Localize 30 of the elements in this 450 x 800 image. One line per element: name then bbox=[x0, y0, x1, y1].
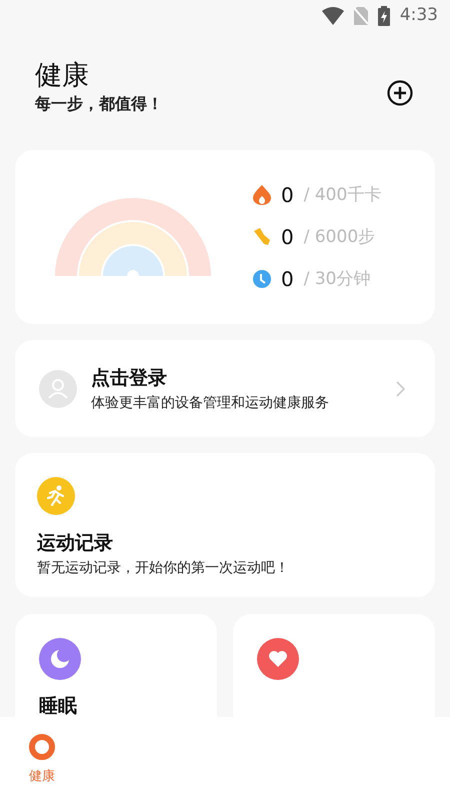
ring-icon bbox=[28, 733, 56, 761]
page-subtitle: 每一步，都值得！ bbox=[35, 93, 163, 116]
tile-title: 睡眠 bbox=[39, 694, 78, 717]
goal-value: 0 bbox=[281, 182, 294, 210]
avatar-icon bbox=[39, 370, 77, 408]
goal-target: / 30分钟 bbox=[304, 268, 370, 291]
workout-card[interactable]: 运动记录 暂无运动记录，开始你的第一次运动吧！ bbox=[15, 453, 435, 598]
login-title: 点击登录 bbox=[91, 366, 168, 392]
no-sim-icon bbox=[354, 7, 368, 25]
goal-target: / 6000步 bbox=[304, 226, 376, 249]
login-subtitle: 体验更丰富的设备管理和运动健康服务 bbox=[91, 394, 330, 413]
workout-subtitle: 暂无运动记录，开始你的第一次运动吧！ bbox=[37, 558, 290, 578]
login-card[interactable]: 点击登录 体验更丰富的设备管理和运动健康服务 bbox=[15, 340, 435, 438]
workout-title: 运动记录 bbox=[37, 531, 114, 556]
page-title: 健康 bbox=[35, 60, 90, 92]
goal-value: 0 bbox=[281, 266, 294, 294]
shoe-icon bbox=[253, 228, 271, 246]
battery-charging-icon bbox=[378, 6, 390, 26]
running-icon bbox=[37, 477, 75, 516]
chevron-right-icon bbox=[396, 380, 405, 397]
add-icon[interactable] bbox=[387, 80, 413, 106]
sleep-card[interactable]: 睡眠 bbox=[15, 614, 217, 717]
clock-icon bbox=[253, 270, 271, 288]
wifi-icon bbox=[322, 7, 344, 25]
heart-rate-card[interactable] bbox=[233, 614, 435, 717]
flame-icon bbox=[253, 185, 271, 206]
status-time: 4:33 bbox=[400, 4, 438, 28]
goal-value: 0 bbox=[281, 224, 294, 252]
goal-target: / 400千卡 bbox=[304, 184, 382, 207]
moon-icon bbox=[39, 638, 81, 680]
